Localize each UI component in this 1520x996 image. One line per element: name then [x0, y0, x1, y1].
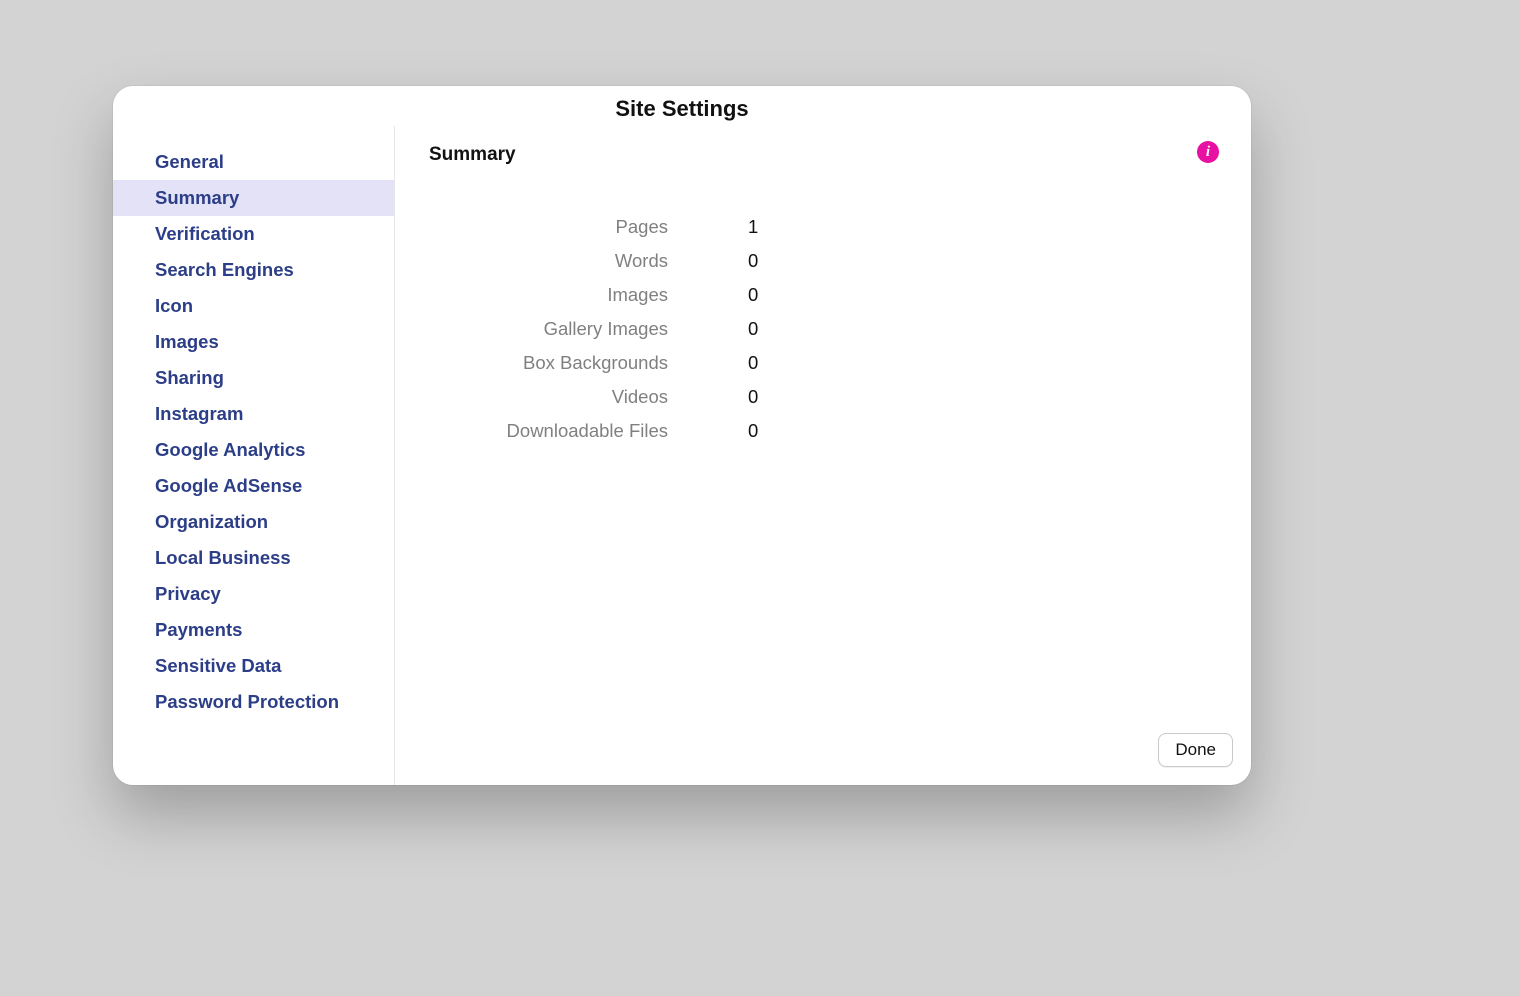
sidebar-item-general[interactable]: General	[113, 144, 394, 180]
stat-label: Words	[429, 250, 668, 272]
stat-label: Images	[429, 284, 668, 306]
done-button[interactable]: Done	[1158, 733, 1233, 767]
stat-row: Pages1	[429, 216, 1217, 238]
sidebar-item-label: Privacy	[155, 583, 221, 604]
window-title: Site Settings	[113, 96, 1251, 122]
sidebar-item-label: Summary	[155, 187, 239, 208]
sidebar-item-label: General	[155, 151, 224, 172]
sidebar-item-label: Verification	[155, 223, 255, 244]
stat-value: 0	[668, 386, 758, 408]
sidebar-item-label: Google AdSense	[155, 475, 302, 496]
sidebar-item-sharing[interactable]: Sharing	[113, 360, 394, 396]
stat-label: Videos	[429, 386, 668, 408]
stat-value: 0	[668, 284, 758, 306]
sidebar-item-org[interactable]: Organization	[113, 504, 394, 540]
stat-label: Box Backgrounds	[429, 352, 668, 374]
stat-value: 0	[668, 352, 758, 374]
title-bar: Site Settings	[113, 86, 1251, 126]
stat-row: Images0	[429, 284, 1217, 306]
sidebar-item-label: Icon	[155, 295, 193, 316]
sidebar-item-label: Sharing	[155, 367, 224, 388]
sidebar-item-ga[interactable]: Google Analytics	[113, 432, 394, 468]
sidebar-item-adsense[interactable]: Google AdSense	[113, 468, 394, 504]
sidebar-item-password[interactable]: Password Protection	[113, 684, 394, 720]
sidebar-item-search[interactable]: Search Engines	[113, 252, 394, 288]
summary-stats: Pages1Words0Images0Gallery Images0Box Ba…	[429, 216, 1217, 442]
sidebar-item-payments[interactable]: Payments	[113, 612, 394, 648]
sidebar-item-label: Google Analytics	[155, 439, 305, 460]
sidebar-item-label: Local Business	[155, 547, 291, 568]
sidebar-item-privacy[interactable]: Privacy	[113, 576, 394, 612]
sidebar-item-label: Sensitive Data	[155, 655, 281, 676]
sidebar-item-verify[interactable]: Verification	[113, 216, 394, 252]
sidebar-item-label: Organization	[155, 511, 268, 532]
stat-row: Gallery Images0	[429, 318, 1217, 340]
sidebar-item-icon[interactable]: Icon	[113, 288, 394, 324]
sidebar-item-label: Payments	[155, 619, 242, 640]
sidebar-item-label: Search Engines	[155, 259, 294, 280]
stat-label: Gallery Images	[429, 318, 668, 340]
info-icon[interactable]: i	[1197, 141, 1219, 163]
stat-label: Pages	[429, 216, 668, 238]
stat-value: 0	[668, 318, 758, 340]
stat-value: 0	[668, 250, 758, 272]
sidebar-item-label: Password Protection	[155, 691, 339, 712]
sidebar: General Summary Verification Search Engines…	[113, 126, 395, 785]
sidebar-item-label: Images	[155, 331, 219, 352]
stat-row: Box Backgrounds0	[429, 352, 1217, 374]
stat-label: Downloadable Files	[429, 420, 668, 442]
content-pane: Summary i Pages1Words0Images0Gallery Ima…	[395, 126, 1251, 785]
sidebar-item-summary[interactable]: Summary	[113, 180, 394, 216]
stat-value: 0	[668, 420, 758, 442]
sidebar-item-images[interactable]: Images	[113, 324, 394, 360]
section-title: Summary	[429, 144, 1217, 166]
sidebar-item-label: Instagram	[155, 403, 243, 424]
stat-row: Downloadable Files0	[429, 420, 1217, 442]
sidebar-item-instagram[interactable]: Instagram	[113, 396, 394, 432]
settings-window: Site Settings General Summary Verification…	[113, 86, 1251, 785]
sidebar-item-sensitive[interactable]: Sensitive Data	[113, 648, 394, 684]
stat-row: Words0	[429, 250, 1217, 272]
sidebar-item-local[interactable]: Local Business	[113, 540, 394, 576]
stat-row: Videos0	[429, 386, 1217, 408]
stat-value: 1	[668, 216, 758, 238]
